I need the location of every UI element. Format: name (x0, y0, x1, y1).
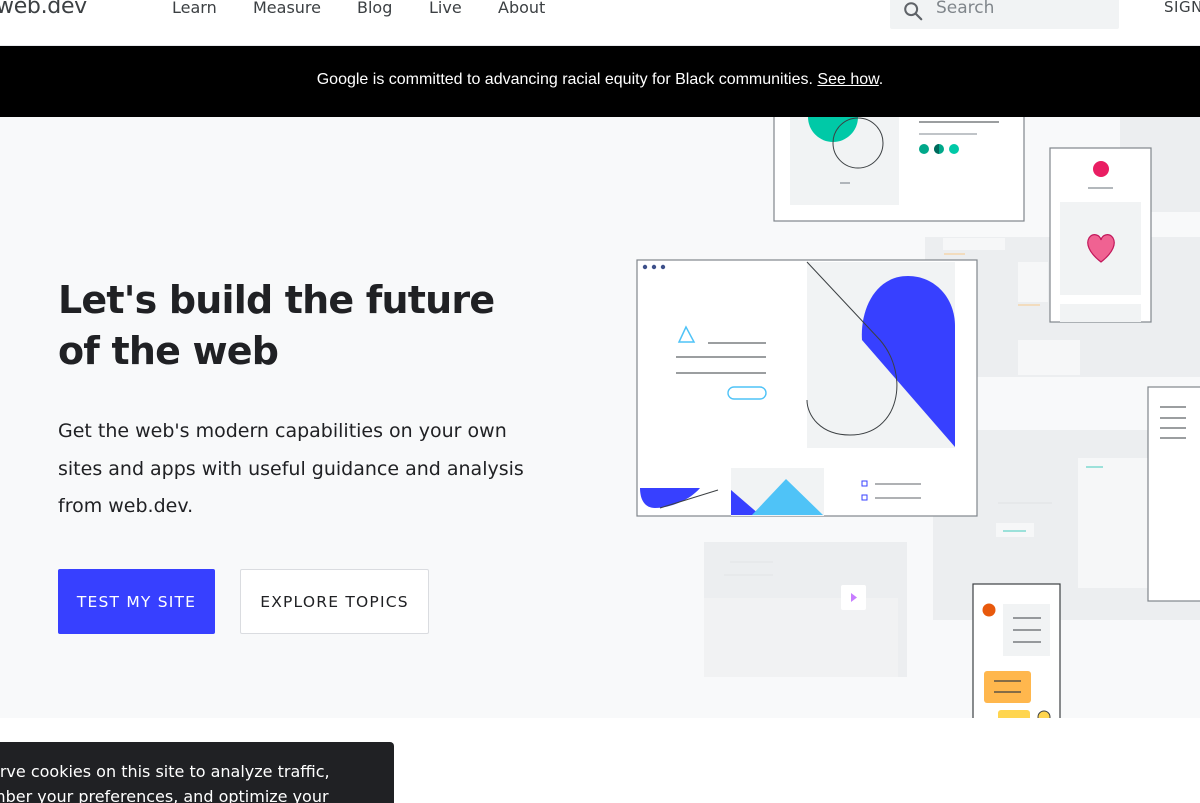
site-header: web.dev Learn Measure Blog Live About Se… (0, 0, 1200, 46)
hero-subtitle: Get the web's modern capabilities on you… (58, 420, 524, 517)
nav-live[interactable]: Live (429, 0, 462, 17)
explore-topics-button[interactable]: EXPLORE TOPICS (240, 569, 429, 634)
cookie-line-1: erve cookies on this site to analyze tra… (0, 762, 330, 781)
nav-learn[interactable]: Learn (172, 0, 217, 17)
banner-message: Google is committed to advancing racial … (316, 71, 818, 88)
search-icon (904, 2, 923, 21)
see-how-link[interactable]: See how (817, 71, 878, 88)
nav-about[interactable]: About (498, 0, 545, 17)
site-logo[interactable]: web.dev (0, 0, 87, 19)
banner-text: Google is committed to advancing racial … (0, 71, 1200, 89)
nav-measure[interactable]: Measure (253, 0, 321, 17)
announcement-banner: Google is committed to advancing racial … (0, 46, 1200, 117)
search-placeholder: Search (936, 0, 995, 18)
test-my-site-button[interactable]: TEST MY SITE (58, 569, 215, 634)
cookie-line-2: mber your preferences, and optimize your (0, 787, 329, 803)
nav-blog[interactable]: Blog (357, 0, 392, 17)
hero-title: Let's build the future of the web (58, 278, 495, 373)
search-input[interactable]: Search (890, 0, 1119, 29)
cookie-notice: erve cookies on this site to analyze tra… (0, 742, 394, 803)
sign-in-button[interactable]: SIGN (1164, 0, 1200, 16)
hero-section: Let's build the future of the web Get th… (0, 117, 1200, 718)
cookie-text: erve cookies on this site to analyze tra… (0, 759, 390, 803)
hero-illustration (636, 117, 1200, 718)
banner-period: . (878, 71, 884, 88)
